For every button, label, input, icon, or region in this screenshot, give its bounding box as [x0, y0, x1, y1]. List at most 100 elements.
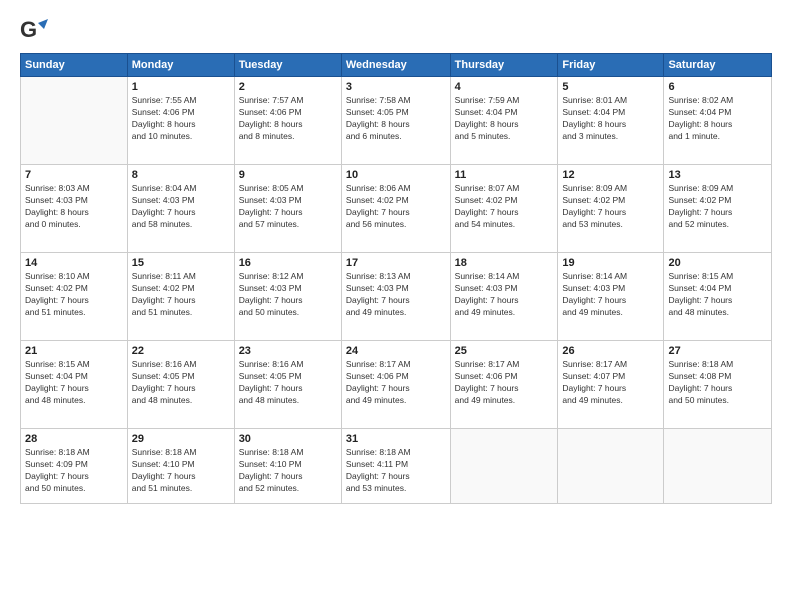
- day-number: 5: [562, 81, 659, 93]
- day-number: 17: [346, 257, 446, 269]
- day-cell: 29 Sunrise: 8:18 AMSunset: 4:10 PMDayligh…: [127, 429, 234, 504]
- day-info: Sunrise: 8:18 AMSunset: 4:09 PMDaylight:…: [25, 447, 123, 495]
- day-info: Sunrise: 8:01 AMSunset: 4:04 PMDaylight:…: [562, 95, 659, 143]
- day-cell: 20 Sunrise: 8:15 AMSunset: 4:04 PMDayligh…: [664, 253, 772, 341]
- day-info: Sunrise: 8:13 AMSunset: 4:03 PMDaylight:…: [346, 271, 446, 319]
- day-info: Sunrise: 8:17 AMSunset: 4:06 PMDaylight:…: [455, 359, 554, 407]
- day-cell: [558, 429, 664, 504]
- day-cell: 27 Sunrise: 8:18 AMSunset: 4:08 PMDayligh…: [664, 341, 772, 429]
- weekday-header-wednesday: Wednesday: [341, 54, 450, 77]
- day-cell: 17 Sunrise: 8:13 AMSunset: 4:03 PMDayligh…: [341, 253, 450, 341]
- day-cell: 30 Sunrise: 8:18 AMSunset: 4:10 PMDayligh…: [234, 429, 341, 504]
- day-cell: 11 Sunrise: 8:07 AMSunset: 4:02 PMDayligh…: [450, 165, 558, 253]
- day-number: 30: [239, 433, 337, 445]
- day-info: Sunrise: 8:17 AMSunset: 4:06 PMDaylight:…: [346, 359, 446, 407]
- weekday-header-tuesday: Tuesday: [234, 54, 341, 77]
- day-number: 18: [455, 257, 554, 269]
- day-info: Sunrise: 8:16 AMSunset: 4:05 PMDaylight:…: [132, 359, 230, 407]
- day-info: Sunrise: 8:03 AMSunset: 4:03 PMDaylight:…: [25, 183, 123, 231]
- day-cell: 10 Sunrise: 8:06 AMSunset: 4:02 PMDayligh…: [341, 165, 450, 253]
- day-number: 8: [132, 169, 230, 181]
- day-number: 19: [562, 257, 659, 269]
- day-info: Sunrise: 8:11 AMSunset: 4:02 PMDaylight:…: [132, 271, 230, 319]
- day-cell: 26Sunrise: 8:17 AMSunset: 4:07 PMDayligh…: [558, 341, 664, 429]
- day-info: Sunrise: 8:07 AMSunset: 4:02 PMDaylight:…: [455, 183, 554, 231]
- day-number: 22: [132, 345, 230, 357]
- week-row-3: 14Sunrise: 8:10 AMSunset: 4:02 PMDayligh…: [21, 253, 772, 341]
- day-number: 3: [346, 81, 446, 93]
- day-cell: 18Sunrise: 8:14 AMSunset: 4:03 PMDayligh…: [450, 253, 558, 341]
- day-cell: 9 Sunrise: 8:05 AMSunset: 4:03 PMDaylight…: [234, 165, 341, 253]
- day-info: Sunrise: 8:16 AMSunset: 4:05 PMDaylight:…: [239, 359, 337, 407]
- day-number: 2: [239, 81, 337, 93]
- day-cell: 14Sunrise: 8:10 AMSunset: 4:02 PMDayligh…: [21, 253, 128, 341]
- day-info: Sunrise: 7:59 AMSunset: 4:04 PMDaylight:…: [455, 95, 554, 143]
- weekday-header-friday: Friday: [558, 54, 664, 77]
- day-cell: 28 Sunrise: 8:18 AMSunset: 4:09 PMDayligh…: [21, 429, 128, 504]
- day-info: Sunrise: 8:06 AMSunset: 4:02 PMDaylight:…: [346, 183, 446, 231]
- day-info: Sunrise: 8:18 AMSunset: 4:10 PMDaylight:…: [132, 447, 230, 495]
- day-cell: 12 Sunrise: 8:09 AMSunset: 4:02 PMDayligh…: [558, 165, 664, 253]
- week-row-5: 28 Sunrise: 8:18 AMSunset: 4:09 PMDayligh…: [21, 429, 772, 504]
- day-cell: [450, 429, 558, 504]
- day-info: Sunrise: 8:05 AMSunset: 4:03 PMDaylight:…: [239, 183, 337, 231]
- day-cell: 5 Sunrise: 8:01 AMSunset: 4:04 PMDaylight…: [558, 77, 664, 165]
- day-info: Sunrise: 8:18 AMSunset: 4:08 PMDaylight:…: [668, 359, 767, 407]
- day-number: 29: [132, 433, 230, 445]
- day-number: 25: [455, 345, 554, 357]
- day-info: Sunrise: 8:09 AMSunset: 4:02 PMDaylight:…: [562, 183, 659, 231]
- day-number: 28: [25, 433, 123, 445]
- header: G: [20, 15, 772, 43]
- day-number: 6: [668, 81, 767, 93]
- day-cell: 15 Sunrise: 8:11 AMSunset: 4:02 PMDayligh…: [127, 253, 234, 341]
- day-cell: 23 Sunrise: 8:16 AMSunset: 4:05 PMDayligh…: [234, 341, 341, 429]
- day-number: 23: [239, 345, 337, 357]
- week-row-1: 1Sunrise: 7:55 AMSunset: 4:06 PMDaylight…: [21, 77, 772, 165]
- day-cell: 3 Sunrise: 7:58 AMSunset: 4:05 PMDaylight…: [341, 77, 450, 165]
- svg-text:G: G: [20, 17, 37, 42]
- day-number: 4: [455, 81, 554, 93]
- day-number: 16: [239, 257, 337, 269]
- weekday-header-thursday: Thursday: [450, 54, 558, 77]
- day-number: 12: [562, 169, 659, 181]
- calendar: SundayMondayTuesdayWednesdayThursdayFrid…: [20, 53, 772, 504]
- day-cell: 8 Sunrise: 8:04 AMSunset: 4:03 PMDaylight…: [127, 165, 234, 253]
- day-number: 11: [455, 169, 554, 181]
- day-cell: 4 Sunrise: 7:59 AMSunset: 4:04 PMDaylight…: [450, 77, 558, 165]
- logo-icon: G: [20, 15, 48, 43]
- day-number: 9: [239, 169, 337, 181]
- day-info: Sunrise: 8:18 AMSunset: 4:10 PMDaylight:…: [239, 447, 337, 495]
- day-number: 1: [132, 81, 230, 93]
- day-number: 7: [25, 169, 123, 181]
- weekday-header-sunday: Sunday: [21, 54, 128, 77]
- page: G SundayMondayTuesdayWednesdayThursdayFr…: [0, 0, 792, 612]
- day-info: Sunrise: 8:02 AMSunset: 4:04 PMDaylight:…: [668, 95, 767, 143]
- day-cell: 31 Sunrise: 8:18 AMSunset: 4:11 PMDayligh…: [341, 429, 450, 504]
- day-info: Sunrise: 8:15 AMSunset: 4:04 PMDaylight:…: [668, 271, 767, 319]
- day-cell: 24 Sunrise: 8:17 AMSunset: 4:06 PMDayligh…: [341, 341, 450, 429]
- logo: G: [20, 15, 50, 43]
- day-info: Sunrise: 8:04 AMSunset: 4:03 PMDaylight:…: [132, 183, 230, 231]
- weekday-header-saturday: Saturday: [664, 54, 772, 77]
- day-cell: 21Sunrise: 8:15 AMSunset: 4:04 PMDayligh…: [21, 341, 128, 429]
- day-info: Sunrise: 8:17 AMSunset: 4:07 PMDaylight:…: [562, 359, 659, 407]
- day-cell: [664, 429, 772, 504]
- day-number: 31: [346, 433, 446, 445]
- day-cell: 13Sunrise: 8:09 AMSunset: 4:02 PMDayligh…: [664, 165, 772, 253]
- day-number: 21: [25, 345, 123, 357]
- day-info: Sunrise: 8:18 AMSunset: 4:11 PMDaylight:…: [346, 447, 446, 495]
- day-number: 15: [132, 257, 230, 269]
- day-number: 20: [668, 257, 767, 269]
- day-info: Sunrise: 8:10 AMSunset: 4:02 PMDaylight:…: [25, 271, 123, 319]
- day-info: Sunrise: 8:14 AMSunset: 4:03 PMDaylight:…: [562, 271, 659, 319]
- week-row-4: 21Sunrise: 8:15 AMSunset: 4:04 PMDayligh…: [21, 341, 772, 429]
- day-number: 27: [668, 345, 767, 357]
- day-cell: [21, 77, 128, 165]
- day-cell: 1Sunrise: 7:55 AMSunset: 4:06 PMDaylight…: [127, 77, 234, 165]
- day-cell: 16Sunrise: 8:12 AMSunset: 4:03 PMDayligh…: [234, 253, 341, 341]
- week-row-2: 7 Sunrise: 8:03 AMSunset: 4:03 PMDaylight…: [21, 165, 772, 253]
- weekday-header-row: SundayMondayTuesdayWednesdayThursdayFrid…: [21, 54, 772, 77]
- day-info: Sunrise: 7:58 AMSunset: 4:05 PMDaylight:…: [346, 95, 446, 143]
- day-number: 24: [346, 345, 446, 357]
- day-number: 10: [346, 169, 446, 181]
